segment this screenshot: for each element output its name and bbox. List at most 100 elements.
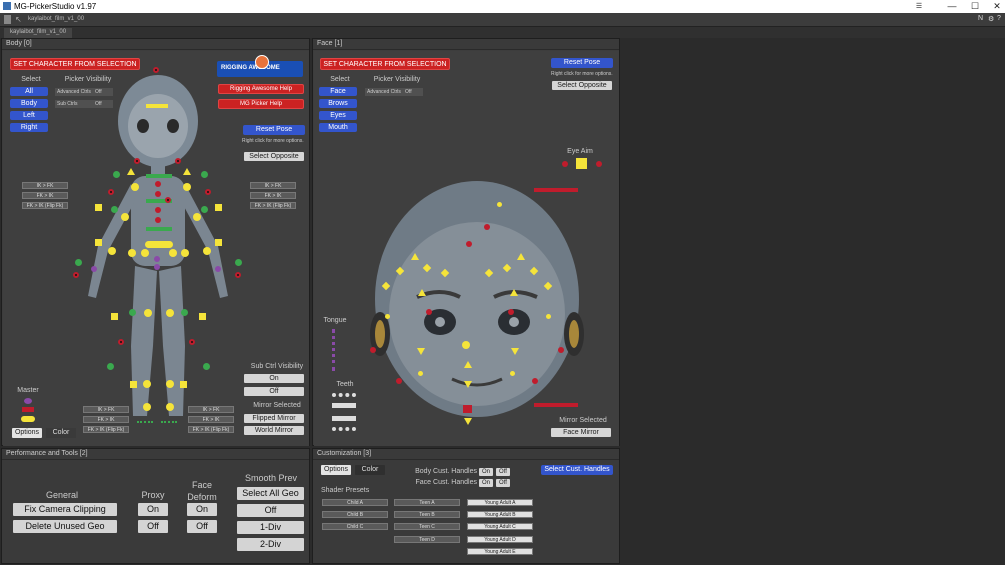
- ctrl-hand-l[interactable]: [95, 239, 102, 246]
- ctrl-tongue[interactable]: [332, 329, 335, 371]
- smooth-2div-button[interactable]: 2-Div: [237, 538, 304, 551]
- ctrl-mouth-corner-l[interactable]: [418, 371, 423, 376]
- ctrl-chin[interactable]: [464, 418, 472, 425]
- ctrl-upper-arm-r[interactable]: [183, 183, 191, 191]
- ikfk-left-leg-3[interactable]: FK > IK (Flip Fk): [83, 426, 129, 433]
- ctrl-head[interactable]: [146, 104, 168, 108]
- ctrl-master-1[interactable]: [24, 398, 32, 404]
- ctrl-knee-l[interactable]: [118, 339, 124, 345]
- ctrl-pelvis-r[interactable]: [169, 249, 177, 257]
- preset-young-adult-a[interactable]: Young Adult A: [467, 499, 533, 506]
- ctrl-finger-r-1[interactable]: [235, 259, 242, 266]
- select-cust-handles-button[interactable]: Select Cust. Handles: [541, 465, 613, 475]
- world-mirror-button[interactable]: World Mirror: [244, 426, 304, 435]
- face-mirror-button[interactable]: Face Mirror: [551, 428, 611, 437]
- smooth-off-button[interactable]: Off: [237, 504, 304, 517]
- select-opposite-button[interactable]: Select Opposite: [244, 152, 304, 161]
- ctrl-eye-r[interactable]: [508, 309, 514, 315]
- settings-icon[interactable]: ⚙: [988, 15, 994, 23]
- select-mouth-button[interactable]: Mouth: [319, 123, 357, 132]
- select-eyes-button[interactable]: Eyes: [319, 111, 357, 120]
- ctrl-hips[interactable]: [145, 241, 173, 248]
- select-body-button[interactable]: Body: [10, 99, 48, 108]
- ctrl-arm-r-1[interactable]: [201, 171, 208, 178]
- tab-file[interactable]: kaylaibot_film_v1_00: [4, 28, 73, 38]
- ctrl-forehead-c[interactable]: [466, 241, 472, 247]
- proxy-off-button[interactable]: Off: [138, 520, 168, 533]
- preset-young-adult-b[interactable]: Young Adult B: [467, 511, 533, 518]
- ctrl-hand-r[interactable]: [215, 239, 222, 246]
- ctrl-ankle-l[interactable]: [143, 380, 151, 388]
- ctrl-forearm-r[interactable]: [193, 213, 201, 221]
- ctrl-jaw[interactable]: [463, 405, 472, 413]
- ctrl-lip-up[interactable]: [464, 361, 472, 368]
- ctrl-lip-low[interactable]: [464, 381, 472, 388]
- ctrl-pelvis-2[interactable]: [154, 264, 160, 270]
- preset-child-a[interactable]: Child A: [322, 499, 388, 506]
- ctrl-spine-4[interactable]: [155, 217, 161, 223]
- ctrl-forehead-l[interactable]: [484, 224, 490, 230]
- sub-ctrl-on-button[interactable]: On: [244, 374, 304, 383]
- ctrl-spine-2[interactable]: [155, 191, 161, 197]
- ctrl-master-2[interactable]: [22, 407, 34, 412]
- minimize-button[interactable]: —: [941, 0, 963, 13]
- ctrl-head-top[interactable]: [153, 67, 159, 73]
- ctrl-hip-r[interactable]: [181, 249, 189, 257]
- help-icon[interactable]: ?: [997, 15, 1001, 22]
- ctrl-knee-r[interactable]: [189, 339, 195, 345]
- select-left-button[interactable]: Left: [10, 111, 48, 120]
- ctrl-forehead[interactable]: [497, 202, 502, 207]
- ctrl-eye-aim[interactable]: [576, 158, 587, 169]
- sub-ctrl-off-button[interactable]: Off: [244, 387, 304, 396]
- ctrl-lid-up-r[interactable]: [510, 289, 518, 296]
- n-icon[interactable]: N: [978, 15, 983, 22]
- cursor-icon[interactable]: ↖: [15, 15, 22, 24]
- ctrl-clav-l[interactable]: [134, 158, 140, 164]
- ctrl-pelvis-1[interactable]: [154, 256, 160, 262]
- ctrl-hand-ik-r[interactable]: [235, 272, 241, 278]
- ctrl-waist[interactable]: [146, 227, 172, 231]
- ctrl-wrist-r[interactable]: [203, 247, 211, 255]
- ctrl-lid-low-r[interactable]: [511, 348, 519, 355]
- face-deform-on-button[interactable]: On: [187, 503, 217, 516]
- ctrl-eye-corner-r[interactable]: [546, 314, 551, 319]
- ctrl-teeth-up[interactable]: [332, 403, 356, 408]
- ctrl-wrist-l[interactable]: [108, 247, 116, 255]
- smooth-1div-button[interactable]: 1-Div: [237, 521, 304, 534]
- ctrl-spine-1[interactable]: [155, 181, 161, 187]
- ikfk-left-arm-3[interactable]: FK > IK (Flip Fk): [22, 202, 68, 209]
- ctrl-thigh-r[interactable]: [181, 309, 188, 316]
- ctrl-toes-r[interactable]: [161, 421, 177, 423]
- delete-unused-geo-button[interactable]: Delete Unused Geo: [13, 520, 117, 533]
- ctrl-finger-l-2[interactable]: [91, 266, 97, 272]
- ctrl-elbow-r[interactable]: [205, 189, 211, 195]
- preset-child-b[interactable]: Child B: [322, 511, 388, 518]
- ctrl-teeth-low-1[interactable]: [332, 427, 356, 431]
- ctrl-toe-r[interactable]: [166, 403, 174, 411]
- ctrl-brow-in-r[interactable]: [517, 253, 525, 260]
- ctrl-master-3[interactable]: [21, 416, 35, 422]
- close-button[interactable]: ✕: [986, 0, 1005, 13]
- ctrl-hip-l[interactable]: [128, 249, 136, 257]
- preset-young-adult-e[interactable]: Young Adult E: [467, 548, 533, 555]
- ikfk-left-arm-2[interactable]: FK > IK: [22, 192, 68, 199]
- ikfk-right-arm-2[interactable]: FK > IK: [250, 192, 296, 199]
- ctrl-arm-l-1[interactable]: [113, 171, 120, 178]
- ctrl-spine-3[interactable]: [155, 207, 161, 213]
- ctrl-chest[interactable]: [146, 174, 172, 178]
- ctrl-pv-leg-l[interactable]: [111, 313, 118, 320]
- preset-teen-c[interactable]: Teen C: [394, 523, 460, 530]
- ctrl-nose[interactable]: [462, 341, 470, 349]
- ctrl-elbow-l[interactable]: [108, 189, 114, 195]
- ctrl-pv-arm-l[interactable]: [95, 204, 102, 211]
- ctrl-toe-l[interactable]: [143, 403, 151, 411]
- face-advanced-ctrls-toggle[interactable]: Advanced Ctrls Off: [365, 88, 423, 96]
- ctrl-lid-up-l[interactable]: [418, 289, 426, 296]
- ctrl-pv-arm-r[interactable]: [215, 204, 222, 211]
- menu-icon[interactable]: ☰: [908, 0, 930, 13]
- maximize-button[interactable]: ☐: [964, 0, 986, 13]
- ikfk-right-arm-1[interactable]: IK > FK: [250, 182, 296, 189]
- body-cust-off-button[interactable]: Off: [496, 468, 510, 476]
- ctrl-clav-r[interactable]: [175, 158, 181, 164]
- ctrl-leg-l[interactable]: [144, 309, 152, 317]
